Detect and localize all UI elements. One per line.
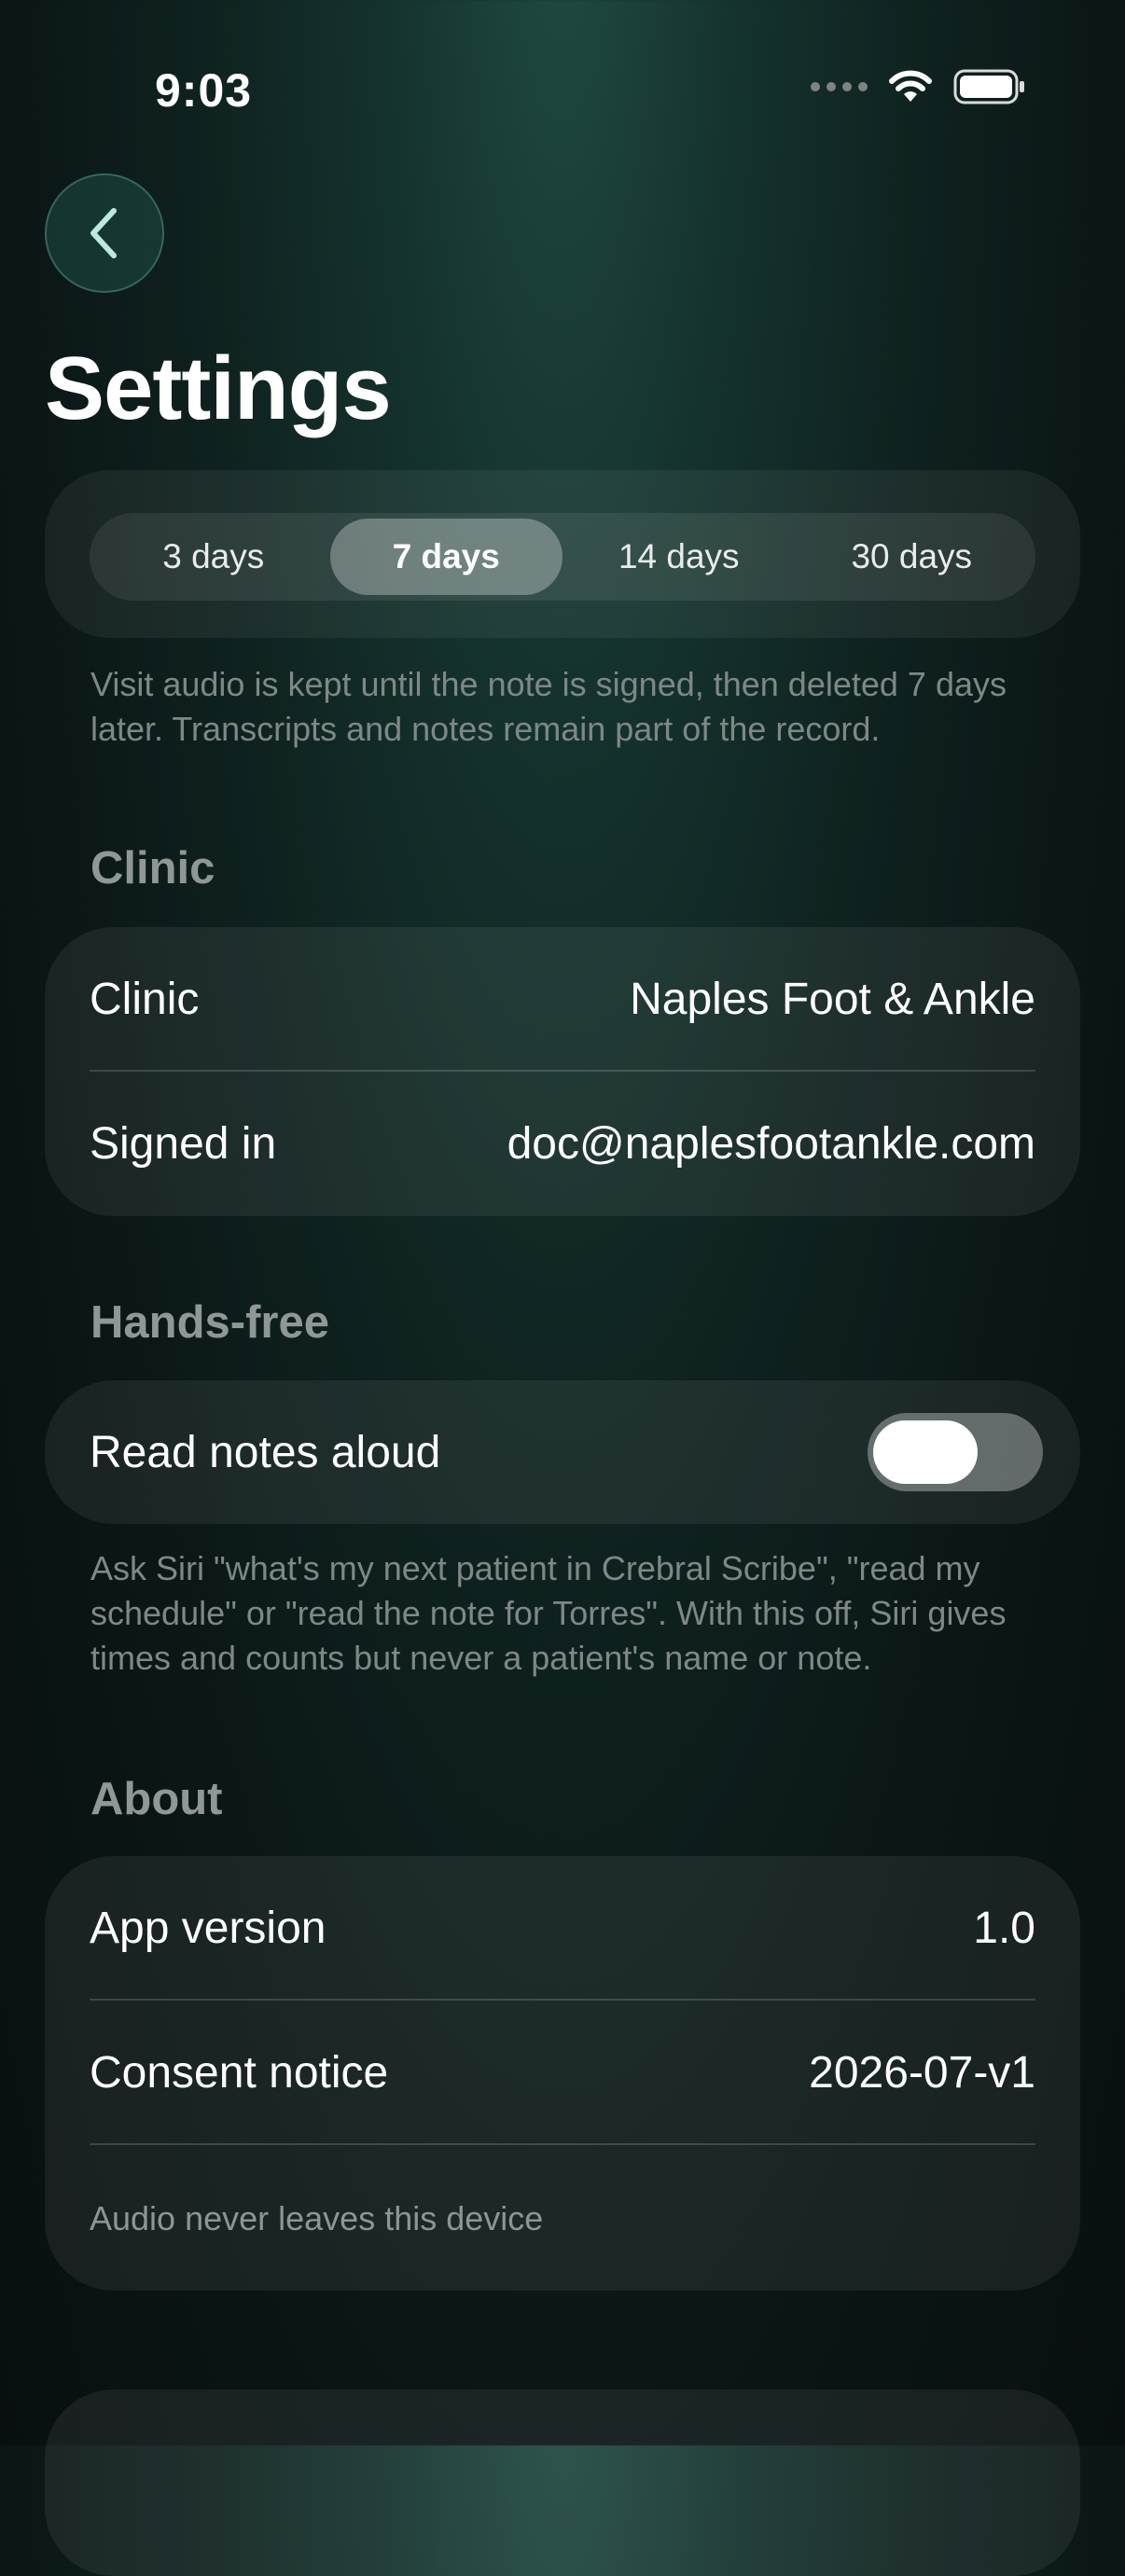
retention-footnote: Visit audio is kept until the note is si… bbox=[90, 665, 1007, 748]
audio-privacy-note-row: Audio never leaves this device bbox=[45, 2145, 1080, 2291]
consent-notice-row: Consent notice 2026-07-v1 bbox=[45, 2001, 1080, 2145]
retention-segmented-control: 3 days 7 days 14 days 30 days bbox=[90, 513, 1035, 601]
toggle-knob bbox=[873, 1420, 978, 1484]
about-section-header: About bbox=[90, 1774, 223, 1824]
segment-3-days[interactable]: 3 days bbox=[97, 519, 330, 595]
audio-privacy-note: Audio never leaves this device bbox=[90, 2199, 544, 2237]
app-version-label: App version bbox=[90, 1904, 326, 1953]
hands-free-section-header: Hands-free bbox=[90, 1297, 329, 1348]
consent-notice-label: Consent notice bbox=[90, 2048, 389, 2098]
read-notes-aloud-label: Read notes aloud bbox=[90, 1427, 441, 1477]
cellular-dots-icon bbox=[811, 82, 868, 91]
battery-icon bbox=[953, 69, 1024, 104]
status-icons bbox=[811, 69, 1026, 104]
app-version-value: 1.0 bbox=[973, 1904, 1035, 1953]
hands-free-footnote: Ask Siri "what's my next patient in Creb… bbox=[90, 1549, 1007, 1677]
segment-30-days[interactable]: 30 days bbox=[796, 519, 1029, 595]
segment-14-days[interactable]: 14 days bbox=[562, 519, 796, 595]
signed-in-label: Signed in bbox=[90, 1119, 277, 1169]
back-button[interactable] bbox=[45, 173, 164, 293]
clinic-value: Naples Foot & Ankle bbox=[630, 975, 1035, 1024]
signed-in-row: Signed in doc@naplesfootankle.com bbox=[45, 1072, 1080, 1216]
clinic-row: Clinic Naples Foot & Ankle bbox=[45, 927, 1080, 1072]
wifi-icon bbox=[889, 70, 932, 102]
clinic-card: Clinic Naples Foot & Ankle Signed in doc… bbox=[45, 927, 1080, 1216]
segment-7-days[interactable]: 7 days bbox=[329, 519, 562, 595]
clinic-section-header: Clinic bbox=[90, 843, 215, 893]
clinic-label: Clinic bbox=[90, 975, 200, 1024]
read-notes-aloud-row: Read notes aloud bbox=[45, 1380, 1080, 1524]
page-title: Settings bbox=[45, 339, 392, 438]
read-notes-aloud-toggle[interactable] bbox=[868, 1413, 1043, 1491]
next-section-card bbox=[45, 2389, 1080, 2576]
chevron-left-icon bbox=[90, 208, 117, 258]
signed-in-value: doc@naplesfootankle.com bbox=[507, 1119, 1035, 1169]
about-card: App version 1.0 Consent notice 2026-07-v… bbox=[45, 1856, 1080, 2291]
consent-notice-value: 2026-07-v1 bbox=[809, 2048, 1035, 2098]
hands-free-card: Read notes aloud bbox=[45, 1380, 1080, 1524]
audio-retention-card: 3 days 7 days 14 days 30 days bbox=[45, 470, 1080, 638]
status-time: 9:03 bbox=[155, 64, 253, 117]
app-version-row: App version 1.0 bbox=[45, 1856, 1080, 2001]
